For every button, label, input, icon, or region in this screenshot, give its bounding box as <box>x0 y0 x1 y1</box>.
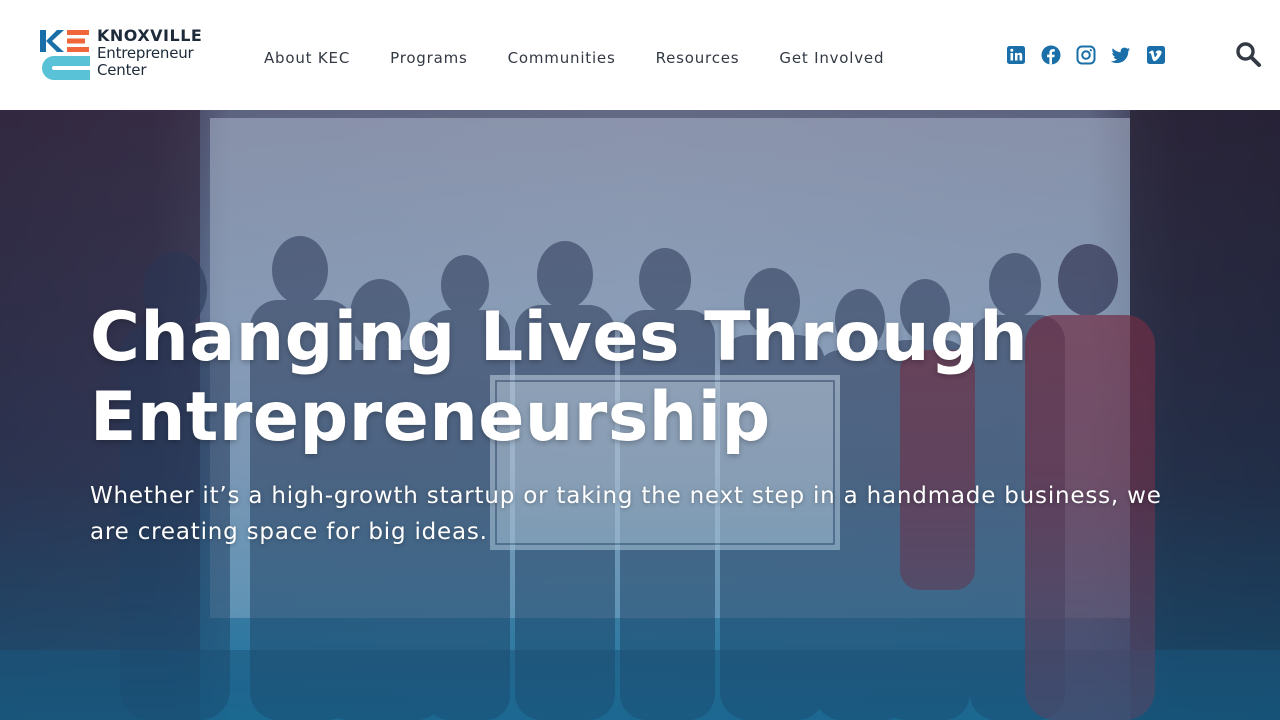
social-links <box>1005 44 1167 66</box>
main-nav: About KEC Programs Communities Resources… <box>264 49 884 71</box>
facebook-icon[interactable] <box>1040 44 1062 66</box>
nav-item-communities[interactable]: Communities <box>508 49 616 71</box>
logo-line-2: Entrepreneur <box>97 44 194 62</box>
logo-line-3: Center <box>97 61 147 79</box>
logo[interactable]: KNOXVILLE Entrepreneur Center <box>40 28 220 84</box>
instagram-icon[interactable] <box>1075 44 1097 66</box>
site-header: KNOXVILLE Entrepreneur Center About KEC … <box>0 0 1280 110</box>
logo-wordmark: KNOXVILLE Entrepreneur Center <box>97 28 202 78</box>
logo-line-1: KNOXVILLE <box>97 26 203 45</box>
search-icon[interactable] <box>1234 40 1262 68</box>
nav-item-programs[interactable]: Programs <box>390 49 468 71</box>
nav-item-resources[interactable]: Resources <box>656 49 740 71</box>
twitter-icon[interactable] <box>1110 44 1132 66</box>
hero-subtitle: Whether it’s a high-growth startup or ta… <box>90 483 1162 545</box>
hero-banner: Changing Lives Through Entrepreneurship … <box>0 110 1280 720</box>
hero-title: Changing Lives Through Entrepreneurship <box>90 298 1029 457</box>
linkedin-icon[interactable] <box>1005 44 1027 66</box>
nav-item-about-kec[interactable]: About KEC <box>264 49 350 71</box>
kec-logo-mark-icon <box>40 30 90 80</box>
vimeo-icon[interactable] <box>1145 44 1167 66</box>
nav-item-get-involved[interactable]: Get Involved <box>779 49 884 71</box>
